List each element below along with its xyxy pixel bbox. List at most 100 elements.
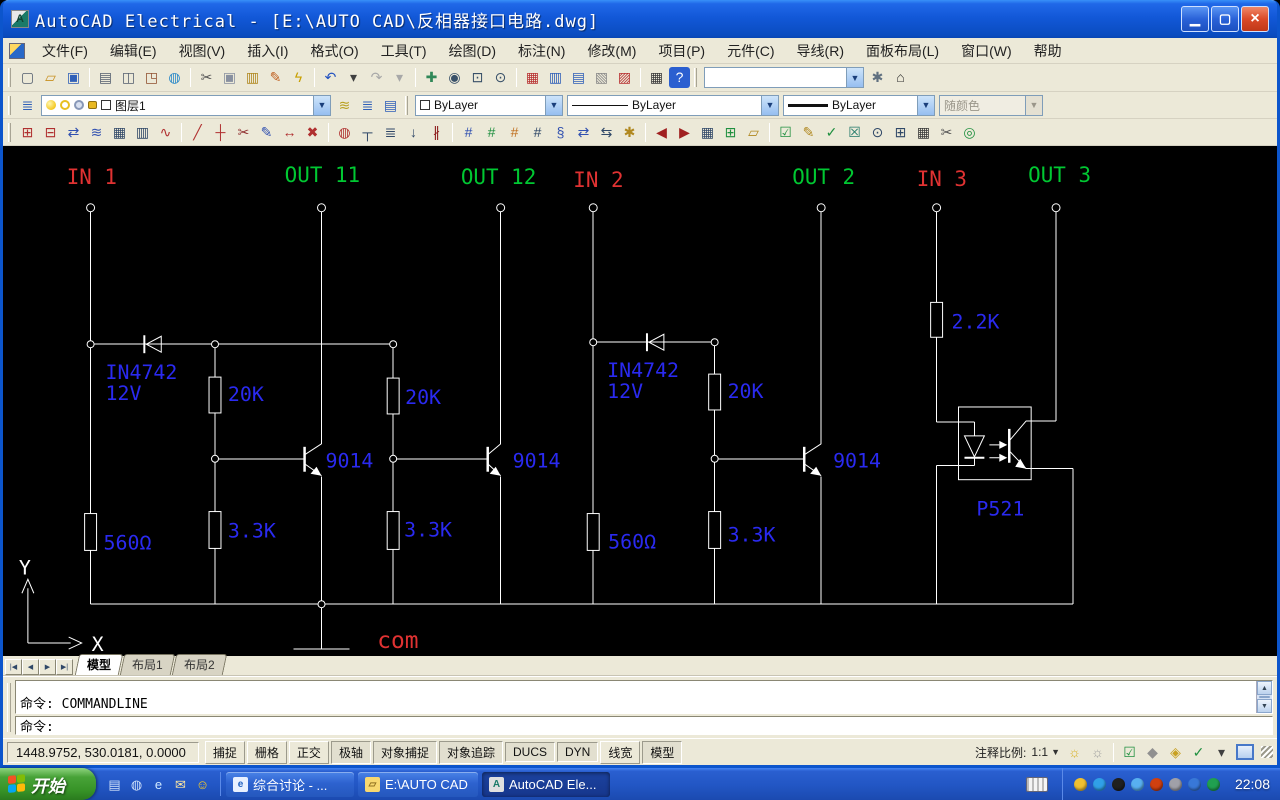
catalog-browser-icon[interactable]: ▤ [568,67,589,88]
target-check-icon[interactable]: ◎ [959,122,980,143]
toolbar-grip[interactable] [8,123,11,142]
layer-properties-icon[interactable]: ≣ [17,95,38,116]
task-button-folder[interactable]: ▱ E:\AUTO CAD [358,772,478,797]
mark-verify-icon[interactable]: ⊞ [890,122,911,143]
minimize-button[interactable]: ▁ [1181,6,1209,32]
volume-tray-icon[interactable] [1150,778,1163,791]
trim-wire-icon[interactable]: ✂ [233,122,254,143]
next-layout-icon[interactable]: ▶ [39,659,56,675]
search-input[interactable] [709,71,842,85]
prev-layout-icon[interactable]: ◀ [22,659,39,675]
toggle-no-nc-icon[interactable]: ≋ [86,122,107,143]
wire-number-leader-icon[interactable]: § [550,122,571,143]
annotation-scale-dropdown-icon[interactable]: ▼ [1051,747,1060,757]
menu-item-edit[interactable]: 编辑(E) [99,39,168,63]
scroll-thumb[interactable] [1259,696,1270,698]
last-layout-icon[interactable]: ▶| [56,659,73,675]
first-layout-icon[interactable]: |◀ [5,659,22,675]
redo-icon[interactable]: ↷ [366,67,387,88]
ime-keyboard-icon[interactable] [1026,777,1048,792]
project-details-icon[interactable]: ▥ [545,67,566,88]
search-combo[interactable]: ▼ [704,67,864,88]
outlook-icon[interactable]: ✉ [171,775,190,794]
zoom-previous-icon[interactable]: ⊙ [490,67,511,88]
audit-zoom-icon[interactable]: ⊙ [867,122,888,143]
copy-icon[interactable]: ▣ [219,67,240,88]
command-scrollbar[interactable]: ▲ ▼ [1256,681,1272,713]
find-replace-icon[interactable]: ✱ [619,122,640,143]
zoom-window-icon[interactable]: ⊡ [467,67,488,88]
resize-grip[interactable] [1261,746,1273,758]
plot-icon[interactable]: ▤ [95,67,116,88]
menu-item-help[interactable]: 帮助 [1023,39,1073,63]
project-table-icon[interactable]: ▦ [913,122,934,143]
new-file-icon[interactable]: ▢ [17,67,38,88]
swap-wire-numbers-icon[interactable]: ⇄ [573,122,594,143]
retag-drawing-icon[interactable]: ✓ [821,122,842,143]
rtx-tray-icon[interactable] [1131,778,1144,791]
status-toggle-dyn[interactable]: DYN [557,742,598,762]
menu-item-tools[interactable]: 工具(T) [370,39,438,63]
block-editor-icon[interactable]: ϟ [288,67,309,88]
cube-3d-icon[interactable]: ◆ [1142,742,1163,763]
insert-panel-component-icon[interactable]: ⊟ [40,122,61,143]
status-toggle-polar[interactable]: 极轴 [331,741,371,764]
status-toggle-grid[interactable]: 栅格 [247,741,287,764]
chevron-down-icon[interactable]: ▼ [545,96,562,115]
menu-item-modify[interactable]: 修改(M) [576,39,647,63]
menu-item-window[interactable]: 窗口(W) [950,39,1023,63]
layer-color-swatch[interactable] [101,100,111,110]
tab-layout1[interactable]: 布局1 [120,654,175,675]
dwf-globe-icon[interactable]: ◍ [164,67,185,88]
layer-vp-icon[interactable] [74,100,84,110]
layer-on-icon[interactable] [46,100,56,110]
status-toggle-snap[interactable]: 捕捉 [205,741,245,764]
layer-lock-icon[interactable] [88,101,97,109]
delete-wire-icon[interactable]: ✖ [302,122,323,143]
cross-references-icon[interactable]: ⊞ [720,122,741,143]
annotation-autoscale-icon[interactable]: ☼ [1087,742,1108,763]
command-window-grip[interactable] [7,683,11,732]
home-block-icon[interactable]: ⌂ [890,67,911,88]
wire-cutter-icon[interactable]: ∦ [426,122,447,143]
edit-component-icon[interactable]: ⇄ [63,122,84,143]
make-layer-current-icon[interactable]: ≋ [334,95,355,116]
open-file-icon[interactable]: ▱ [40,67,61,88]
terminal-strip-editor-icon[interactable]: ▥ [132,122,153,143]
object-color-combo[interactable]: ByLayer ▼ [415,95,563,116]
chevron-down-icon[interactable]: ▼ [313,96,330,115]
status-toggle-lwt[interactable]: 线宽 [600,741,640,764]
undo-icon[interactable]: ↶ [320,67,341,88]
schematic-list-icon[interactable]: ▧ [591,67,612,88]
umbrella-tray-icon[interactable] [1207,778,1220,791]
insert-wire-number-icon[interactable]: # [458,122,479,143]
audio-tray-icon[interactable] [1169,778,1182,791]
task-button-discussion[interactable]: e 综合讨论 - ... [226,772,354,797]
linetype-combo[interactable]: ByLayer ▼ [567,95,779,116]
chevron-down-icon[interactable]: ▼ [846,68,863,87]
paste-icon[interactable]: ▥ [242,67,263,88]
insert-component-icon[interactable]: ⊞ [17,122,38,143]
stretch-wire-icon[interactable]: ↔ [279,122,300,143]
drawing-audit-icon[interactable]: ✎ [798,122,819,143]
menu-item-insert[interactable]: 插入(I) [236,39,299,63]
status-toggle-otrack[interactable]: 对象追踪 [439,741,503,764]
help-icon[interactable]: ? [669,67,690,88]
lineweight-combo[interactable]: ByLayer ▼ [783,95,935,116]
chevron-down-icon[interactable]: ▼ [917,96,934,115]
error-check-icon[interactable]: ▨ [614,67,635,88]
plot-preview-icon[interactable]: ◫ [118,67,139,88]
annotation-visibility-icon[interactable]: ☼ [1064,742,1085,763]
start-button[interactable]: 开始 [0,768,96,800]
media-player-icon[interactable]: ◍ [127,775,146,794]
insert-wire-22-icon[interactable]: ┼ [210,122,231,143]
menu-item-wires[interactable]: 导线(R) [786,39,855,63]
settings-gear-icon[interactable]: ✱ [867,67,888,88]
drawing-area[interactable]: IN 1 OUT 11 OUT 12 IN 2 OUT 2 IN 3 OUT 3… [3,146,1277,656]
next-drawing-icon[interactable]: ▶ [674,122,695,143]
wire-tee-icon[interactable]: ┬ [357,122,378,143]
publish-icon[interactable]: ◳ [141,67,162,88]
pet-tray-icon[interactable] [1074,778,1087,791]
tab-layout2[interactable]: 布局2 [171,654,226,675]
project-manager-icon[interactable]: ▦ [522,67,543,88]
